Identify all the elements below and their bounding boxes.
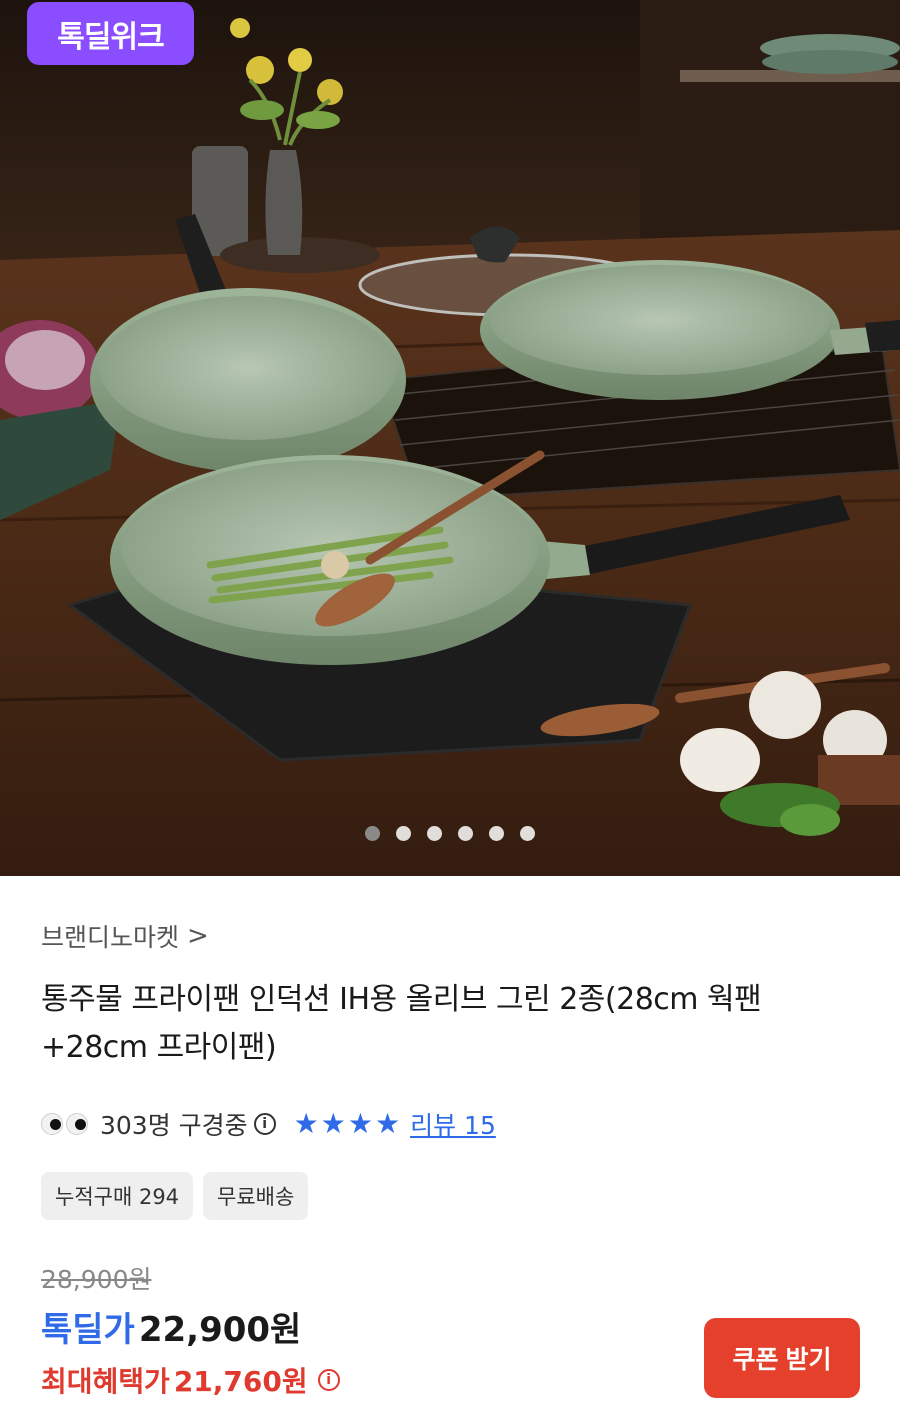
info-icon[interactable]: i bbox=[253, 1113, 276, 1135]
product-image-carousel[interactable]: 톡딜위크 bbox=[0, 0, 900, 876]
star-icon: ★ bbox=[320, 1107, 346, 1140]
max-benefit-label: 최대혜택가 bbox=[41, 1365, 170, 1398]
product-tags: 누적구매 294 무료배송 bbox=[41, 1172, 309, 1220]
product-photo bbox=[0, 0, 900, 876]
max-benefit-row: 최대혜택가 21,760원 i bbox=[41, 1360, 340, 1400]
viewer-count: 303명 구경중 bbox=[100, 1111, 248, 1140]
seller-name: 브랜디노마켓 bbox=[41, 923, 180, 952]
original-price: 28,900원 bbox=[41, 1265, 152, 1294]
get-coupon-button[interactable]: 쿠폰 받기 bbox=[704, 1318, 860, 1398]
chevron-right-icon: > bbox=[187, 921, 209, 951]
deal-price-label: 톡딜가 bbox=[41, 1310, 135, 1350]
carousel-indicator bbox=[0, 826, 900, 846]
product-title: 통주물 프라이팬 인덕션 IH용 올리브 그린 2종(28cm 웍팬+28cm … bbox=[41, 982, 762, 1065]
eyes-icon bbox=[41, 1113, 88, 1135]
carousel-dot[interactable] bbox=[365, 826, 380, 841]
review-link[interactable]: 리뷰 15 bbox=[410, 1106, 496, 1142]
max-benefit-price: 21,760원 bbox=[173, 1365, 308, 1398]
rating-stars: ★ ★ ★ ★ bbox=[294, 1110, 400, 1138]
carousel-dot[interactable] bbox=[458, 826, 473, 841]
carousel-dot[interactable] bbox=[396, 826, 411, 841]
star-icon: ★ bbox=[375, 1107, 401, 1140]
carousel-dot[interactable] bbox=[427, 826, 442, 841]
product-stats: 303명 구경중 i ★ ★ ★ ★ 리뷰 15 bbox=[41, 1104, 496, 1144]
carousel-dot[interactable] bbox=[520, 826, 535, 841]
deal-price-row: 톡딜가 22,900원 bbox=[41, 1302, 301, 1351]
star-icon: ★ bbox=[293, 1107, 319, 1140]
seller-link[interactable]: 브랜디노마켓 > bbox=[41, 918, 209, 954]
carousel-dot[interactable] bbox=[489, 826, 504, 841]
tag-cumulative-purchases: 누적구매 294 bbox=[41, 1172, 194, 1220]
deal-week-badge: 톡딜위크 bbox=[27, 2, 194, 65]
tag-free-shipping: 무료배송 bbox=[203, 1172, 309, 1220]
star-icon: ★ bbox=[347, 1107, 373, 1140]
info-icon[interactable]: i bbox=[317, 1369, 340, 1391]
deal-price: 22,900원 bbox=[138, 1310, 302, 1350]
